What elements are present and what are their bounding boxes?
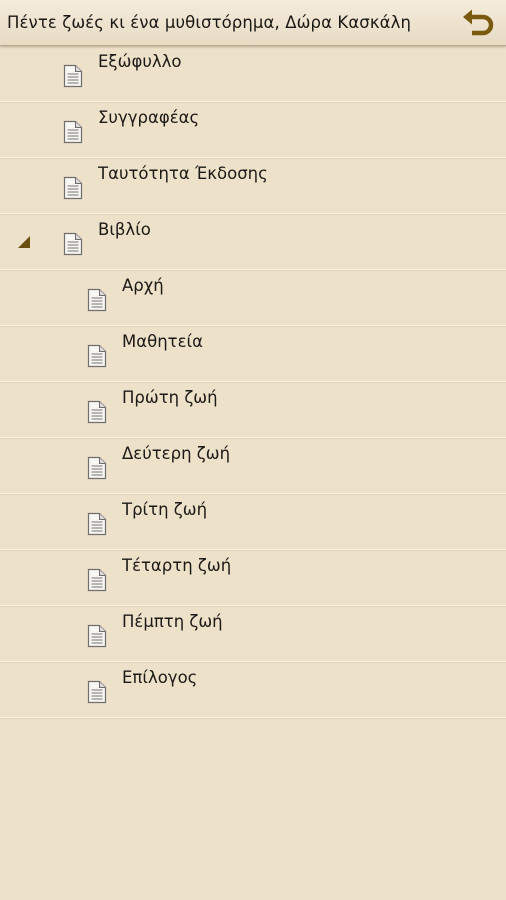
toc-item-apprenticeship[interactable]: Μαθητεία — [0, 327, 506, 382]
toc-item-third-life[interactable]: Τρίτη ζωή — [0, 495, 506, 550]
undo-back-icon — [463, 9, 494, 36]
toc-item-fourth-life[interactable]: Τέταρτη ζωή — [0, 551, 506, 606]
toc-item-label: Τέταρτη ζωή — [122, 556, 232, 575]
toc-item-epilogue[interactable]: Επίλογος — [0, 663, 506, 718]
expanded-triangle-icon[interactable] — [18, 236, 30, 248]
toc-item-label: Πρώτη ζωή — [122, 388, 218, 407]
toc-item-author[interactable]: Συγγραφέας — [0, 103, 506, 158]
toc-item-book[interactable]: Βιβλίο — [0, 215, 506, 270]
toc-item-label: Τρίτη ζωή — [122, 500, 208, 519]
toc-item-label: Αρχή — [122, 276, 164, 295]
table-of-contents: Εξώφυλλο Συγγραφέας Ταυτότητα Έκδοσης Βι… — [0, 47, 506, 719]
document-icon — [86, 400, 108, 424]
toc-item-first-life[interactable]: Πρώτη ζωή — [0, 383, 506, 438]
back-button[interactable] — [460, 6, 498, 40]
document-icon — [86, 344, 108, 368]
document-icon — [86, 456, 108, 480]
toc-item-label: Δεύτερη ζωή — [122, 444, 231, 463]
document-icon — [86, 624, 108, 648]
book-title: Πέντε ζωές κι ένα μυθιστόρημα, Δώρα Κασκ… — [7, 13, 412, 32]
toc-item-fifth-life[interactable]: Πέμπτη ζωή — [0, 607, 506, 662]
toc-item-label: Μαθητεία — [122, 332, 203, 351]
document-icon — [62, 176, 84, 200]
document-icon — [62, 120, 84, 144]
document-icon — [62, 232, 84, 256]
toc-item-label: Πέμπτη ζωή — [122, 612, 223, 631]
title-bar: Πέντε ζωές κι ένα μυθιστόρημα, Δώρα Κασκ… — [0, 0, 506, 46]
document-icon — [86, 568, 108, 592]
document-icon — [86, 288, 108, 312]
document-icon — [86, 680, 108, 704]
toc-item-label: Ταυτότητα Έκδοσης — [98, 164, 268, 183]
toc-item-label: Επίλογος — [122, 668, 198, 687]
toc-item-beginning[interactable]: Αρχή — [0, 271, 506, 326]
document-icon — [62, 64, 84, 88]
toc-item-label: Εξώφυλλο — [98, 52, 182, 71]
toc-item-cover[interactable]: Εξώφυλλο — [0, 47, 506, 102]
toc-item-second-life[interactable]: Δεύτερη ζωή — [0, 439, 506, 494]
toc-item-label: Βιβλίο — [98, 220, 151, 239]
toc-item-label: Συγγραφέας — [98, 108, 200, 127]
document-icon — [86, 512, 108, 536]
toc-item-edition-info[interactable]: Ταυτότητα Έκδοσης — [0, 159, 506, 214]
